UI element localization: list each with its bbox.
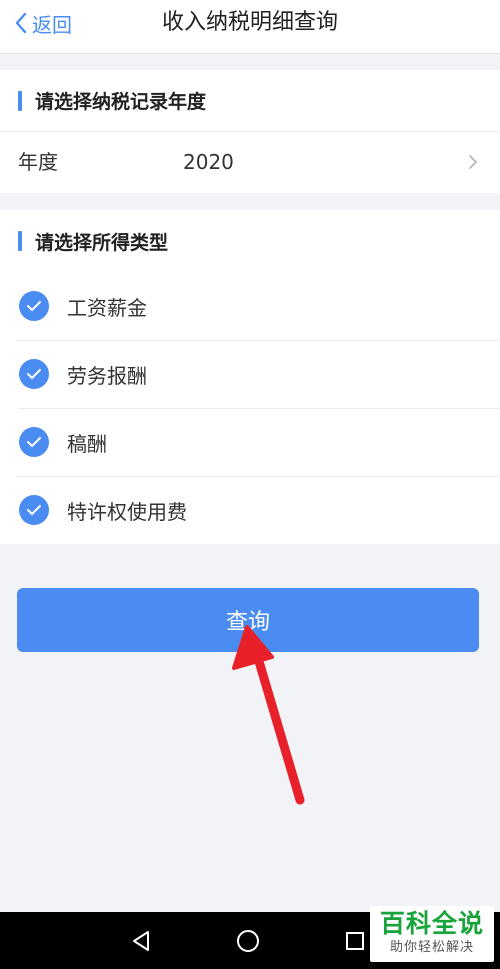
triangle-back-icon <box>133 931 149 951</box>
year-section: 请选择纳税记录年度 年度 2020 <box>0 70 500 193</box>
year-section-heading: 请选择纳税记录年度 <box>0 70 500 132</box>
nav-home-button[interactable] <box>231 924 265 958</box>
check-circle-icon[interactable] <box>19 291 49 321</box>
page-title: 收入纳税明细查询 <box>161 10 338 35</box>
nav-back-button[interactable] <box>124 924 158 958</box>
check-circle-icon[interactable] <box>19 495 49 525</box>
income-type-section: 请选择所得类型 工资薪金 劳务报酬 稿酬 特许权使用费 <box>0 210 500 544</box>
heading-accent-bar <box>18 231 22 251</box>
income-type-label: 特许权使用费 <box>67 499 187 524</box>
square-recent-icon <box>346 932 364 950</box>
income-type-section-heading-text: 请选择所得类型 <box>35 231 169 254</box>
year-section-heading-text: 请选择纳税记录年度 <box>35 91 207 113</box>
top-header: 返回 收入纳税明细查询 <box>0 0 500 54</box>
heading-accent-bar <box>18 90 22 111</box>
income-type-item-labor[interactable]: 劳务报酬 <box>0 340 500 408</box>
nav-recent-apps-button[interactable] <box>338 924 372 958</box>
income-type-label: 稿酬 <box>67 431 107 456</box>
watermark-sub-text: 助你轻松解决 <box>389 940 474 955</box>
income-type-item-salary[interactable]: 工资薪金 <box>0 272 500 340</box>
income-type-item-royalty[interactable]: 稿酬 <box>0 408 500 476</box>
income-type-label: 工资薪金 <box>67 295 147 320</box>
year-label: 年度 <box>18 150 58 174</box>
check-circle-icon[interactable] <box>19 359 49 389</box>
check-circle-icon[interactable] <box>19 427 49 457</box>
income-type-item-license-fee[interactable]: 特许权使用费 <box>0 476 500 544</box>
income-type-list: 工资薪金 劳务报酬 稿酬 特许权使用费 <box>0 272 500 544</box>
year-value: 2020 <box>183 150 234 174</box>
watermark-main-text: 百科全说 <box>379 909 484 938</box>
query-button[interactable]: 查询 <box>17 588 479 652</box>
circle-home-icon <box>237 930 259 952</box>
year-picker-row[interactable]: 年度 2020 <box>0 132 500 193</box>
income-type-label: 劳务报酬 <box>67 363 147 388</box>
chevron-right-icon <box>469 155 477 169</box>
watermark-logo: 百科全说 助你轻松解决 <box>370 906 494 962</box>
income-type-section-heading: 请选择所得类型 <box>0 210 500 272</box>
